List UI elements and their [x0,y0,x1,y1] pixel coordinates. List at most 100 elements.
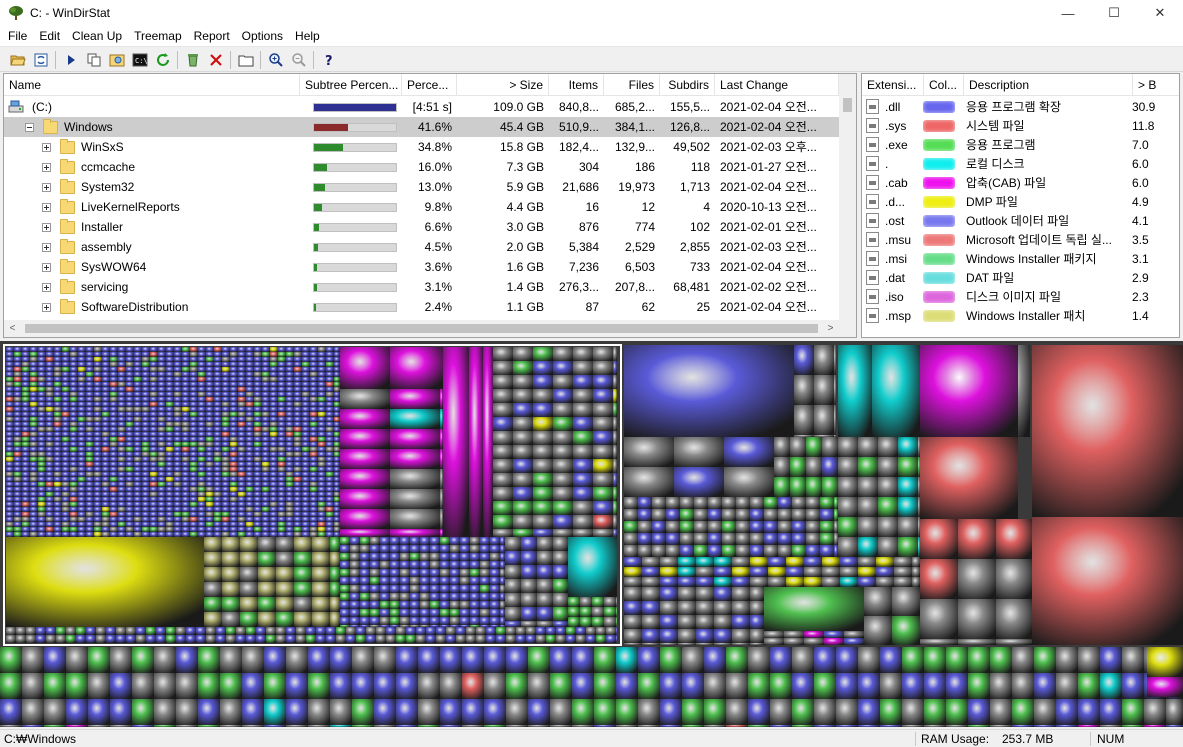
treemap-tile[interactable] [420,609,430,617]
treemap-tile[interactable] [206,407,214,412]
treemap-tile[interactable] [616,607,617,617]
treemap-tile[interactable] [312,537,330,552]
treemap-tile[interactable] [334,462,340,467]
treemap-tile[interactable] [806,457,822,477]
treemap-tile[interactable] [513,417,533,431]
treemap-tile[interactable] [380,601,390,609]
treemap-tile[interactable] [820,509,834,521]
treemap-tile[interactable] [792,497,806,509]
treemap-tile[interactable] [110,507,118,512]
treemap-tile[interactable] [276,627,286,635]
treemap-tile[interactable] [38,407,46,412]
treemap-tile[interactable] [310,482,318,487]
treemap-tile[interactable] [294,552,312,567]
treemap-tile[interactable] [38,352,46,357]
treemap-tile[interactable] [214,412,222,417]
treemap-tile[interactable] [286,412,294,417]
treemap-tile[interactable] [814,435,834,437]
minimize-button[interactable]: — [1045,0,1091,26]
collapse-icon[interactable] [25,122,34,132]
treemap-tile[interactable] [513,501,533,515]
treemap-tile[interactable] [294,457,302,462]
treemap-tile[interactable] [533,375,553,389]
treemap-tile[interactable] [38,382,46,387]
treemap-tile[interactable] [430,577,440,585]
treemap-tile[interactable] [86,522,94,527]
treemap-tile[interactable] [294,352,302,357]
treemap-tile[interactable] [150,437,158,442]
treemap-tile[interactable] [470,601,480,609]
treemap-tile[interactable] [94,392,102,397]
treemap-tile[interactable] [158,352,166,357]
treemap-tile[interactable] [553,375,573,389]
treemap-tile[interactable] [246,412,254,417]
treemap-tile[interactable] [340,389,390,409]
treemap-tile[interactable] [505,551,521,565]
treemap-tile[interactable] [14,402,22,407]
treemap-tile[interactable] [774,477,790,497]
treemap-tile[interactable] [390,609,400,617]
treemap-tile[interactable] [396,673,418,699]
treemap-tile[interactable] [110,699,132,725]
treemap-tile[interactable] [38,402,46,407]
treemap-tile[interactable] [278,377,286,382]
treemap-tile[interactable] [334,417,340,422]
treemap-tile[interactable] [836,699,858,725]
treemap-tile[interactable] [54,377,62,382]
treemap-tile[interactable] [946,647,968,673]
treemap-tile[interactable] [666,545,680,557]
treemap-tile[interactable] [400,585,410,593]
treemap-tile[interactable] [222,512,230,517]
treemap-tile[interactable] [126,417,134,422]
treemap-tile[interactable] [134,347,142,352]
treemap-tile[interactable] [158,417,166,422]
treemap-tile[interactable] [278,387,286,392]
treemap-tile[interactable] [30,492,38,497]
treemap-tile[interactable] [118,477,126,482]
treemap-tile[interactable] [246,635,256,643]
treemap-tile[interactable] [254,362,262,367]
treemap-tile[interactable] [840,567,858,577]
treemap-tile[interactable] [878,537,898,557]
treemap-tile[interactable] [302,467,310,472]
treemap-tile[interactable] [126,367,134,372]
treemap-tile[interactable] [70,452,78,457]
treemap-tile[interactable] [894,557,912,567]
treemap-tile[interactable] [22,647,44,673]
treemap-tile[interactable] [230,407,238,412]
treemap-tile[interactable] [126,527,134,532]
treemap-tile[interactable] [573,361,593,375]
treemap-tile[interactable] [256,635,266,643]
treemap-tile[interactable] [553,593,568,607]
treemap-tile[interactable] [198,472,206,477]
treemap-tile[interactable] [246,532,254,537]
treemap-tile[interactable] [238,432,246,437]
treemap-tile[interactable] [176,635,186,643]
treemap-tile[interactable] [222,352,230,357]
treemap-tile[interactable] [198,382,206,387]
treemap-tile[interactable] [70,522,78,527]
treemap-tile[interactable] [166,452,174,457]
treemap-tile[interactable] [134,372,142,377]
treemap-tile[interactable] [302,487,310,492]
menu-report[interactable]: Report [188,26,236,46]
treemap-tile[interactable] [66,647,88,673]
treemap-tile[interactable] [310,392,318,397]
treemap-tile[interactable] [134,387,142,392]
treemap-tile[interactable] [704,725,726,727]
treemap-tile[interactable] [230,532,238,537]
treemap-tile[interactable] [182,517,190,522]
treemap-tile[interactable] [318,422,326,427]
treemap-tile[interactable] [616,617,617,627]
treemap-tile[interactable] [340,509,390,529]
treemap-tile[interactable] [230,527,238,532]
treemap-tile[interactable] [294,392,302,397]
treemap-tile[interactable] [54,392,62,397]
treemap-tile[interactable] [214,507,222,512]
treemap-tile[interactable] [102,457,110,462]
treemap-tile[interactable] [110,512,118,517]
treemap-tile[interactable] [206,472,214,477]
treemap-tile[interactable] [326,397,334,402]
treemap-tile[interactable] [310,382,318,387]
treemap-tile[interactable] [86,497,94,502]
